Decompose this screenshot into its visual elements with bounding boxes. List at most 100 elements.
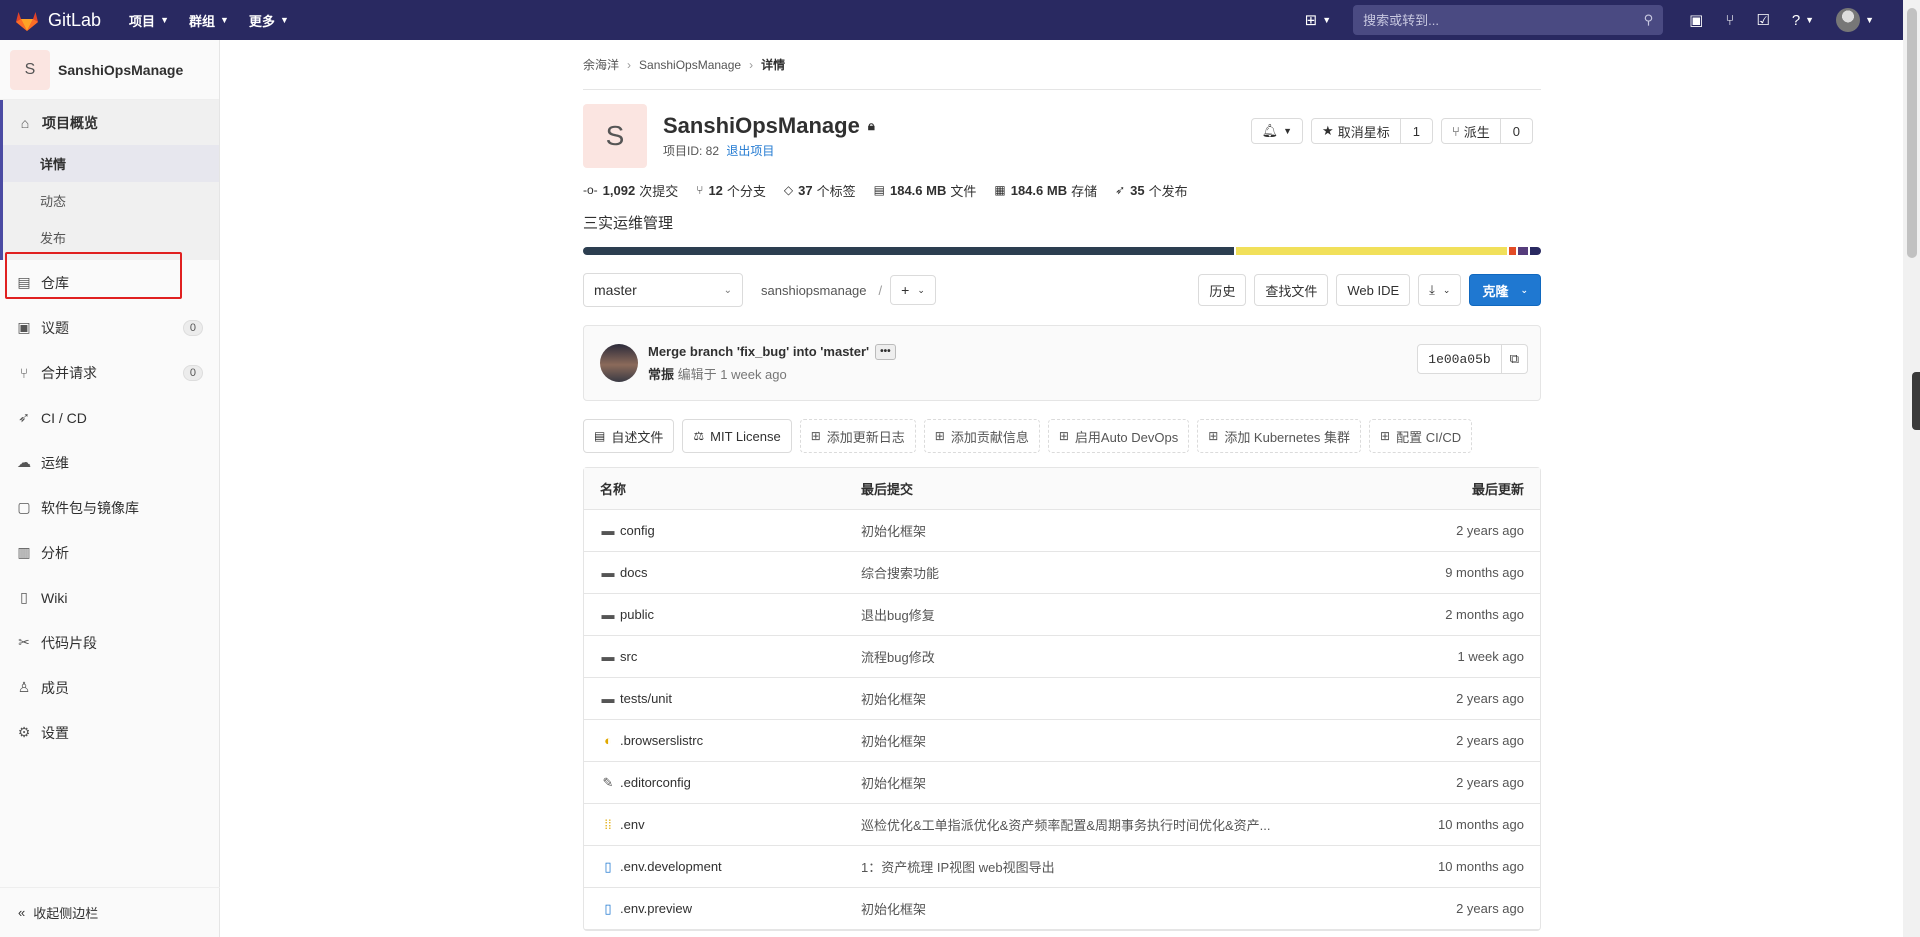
last-commit-cell[interactable]: 巡检优化&工单指派优化&资产频率配置&周期事务执行时间优化&资产... (861, 815, 1311, 834)
last-commit-cell[interactable]: 流程bug修改 (861, 647, 1311, 666)
file-name[interactable]: src (620, 649, 637, 664)
language-segment[interactable] (583, 247, 1234, 255)
sidebar-subitem-activity[interactable]: 动态 (3, 182, 219, 219)
file-name-cell[interactable]: ▬ src (600, 649, 861, 664)
stat-commits[interactable]: -o- 1,092 次提交 (583, 181, 678, 200)
commit-sha[interactable]: 1e00a05b (1417, 344, 1502, 374)
last-commit-cell[interactable]: 综合搜索功能 (861, 563, 1311, 582)
avatar[interactable] (600, 344, 638, 382)
repo-path-root[interactable]: sanshiopsmanage (761, 283, 867, 298)
language-segment[interactable] (1529, 247, 1541, 255)
sidebar-item-cicd[interactable]: ➶ CI / CD (0, 395, 219, 440)
menu-projects[interactable]: 项目 ▼ (129, 11, 169, 30)
gitlab-logo[interactable]: GitLab (14, 8, 101, 32)
file-name-cell[interactable]: ◐ .browserslistrc (600, 733, 861, 748)
file-name[interactable]: public (620, 607, 654, 622)
sidebar-item-analytics[interactable]: ▥ 分析 (0, 530, 219, 575)
file-name-cell[interactable]: ▬ docs (600, 565, 861, 580)
expand-commit-button[interactable]: ••• (875, 343, 896, 360)
sidebar-item-settings[interactable]: ⚙ 设置 (0, 710, 219, 755)
file-name-cell[interactable]: ▯ .env.development (600, 859, 861, 875)
file-name[interactable]: config (620, 523, 655, 538)
file-name-cell[interactable]: ✎ .editorconfig (600, 775, 861, 791)
todos-shortcut-button[interactable]: ☑ (1756, 11, 1769, 29)
file-name-cell[interactable]: ▯ .env.preview (600, 901, 861, 917)
find-file-button[interactable]: 查找文件 (1254, 274, 1329, 306)
last-commit-cell[interactable]: 退出bug修复 (861, 605, 1311, 624)
enable-auto-devops-button[interactable]: ⊞ 启用Auto DevOps (1047, 419, 1190, 453)
page-scrollbar[interactable] (1903, 0, 1920, 937)
add-changelog-button[interactable]: ⊞ 添加更新日志 (799, 419, 916, 453)
last-commit-cell[interactable]: 初始化框架 (861, 521, 1311, 540)
sidebar-subitem-releases[interactable]: 发布 (3, 219, 219, 256)
clone-button[interactable]: 克隆 ⌄ (1469, 274, 1541, 306)
copy-sha-button[interactable]: ⧉ (1501, 344, 1528, 374)
table-row[interactable]: ▯ .env.preview 初始化框架 2 years ago (584, 888, 1540, 930)
file-name-cell[interactable]: ▬ public (600, 607, 861, 622)
commit-author[interactable]: 常振 (648, 367, 674, 382)
last-commit-cell[interactable]: 初始化框架 (861, 689, 1311, 708)
sidebar-item-members[interactable]: ♙ 成员 (0, 665, 219, 710)
last-commit-cell[interactable]: 1：资产梳理 IP视图 web视图导出 (861, 857, 1311, 876)
add-contributing-button[interactable]: ⊞ 添加贡献信息 (923, 419, 1040, 453)
sidebar-item-packages[interactable]: ▢ 软件包与镜像库 (0, 485, 219, 530)
file-name[interactable]: tests/unit (620, 691, 672, 706)
language-segment[interactable] (1508, 247, 1517, 255)
breadcrumb-user[interactable]: 余海洋 (583, 56, 619, 73)
table-row[interactable]: ▬ tests/unit 初始化框架 2 years ago (584, 678, 1540, 720)
collapse-sidebar-button[interactable]: « 收起侧边栏 (0, 887, 220, 937)
star-count[interactable]: 1 (1400, 118, 1433, 144)
download-button[interactable]: ⤓ ⌄ (1418, 274, 1462, 306)
language-segment[interactable] (1518, 247, 1528, 255)
file-name[interactable]: .browserslistrc (620, 733, 703, 748)
add-kubernetes-button[interactable]: ⊞ 添加 Kubernetes 集群 (1197, 419, 1362, 453)
file-name-cell[interactable]: ▬ config (600, 523, 861, 538)
language-segment[interactable] (1235, 247, 1507, 255)
stat-branches[interactable]: ⑂ 12 个分支 (696, 181, 766, 200)
file-name-cell[interactable]: ⁞⁞ .env (600, 817, 861, 832)
stat-tags[interactable]: ◇ 37 个标签 (784, 181, 856, 200)
language-bar[interactable] (583, 247, 1541, 255)
menu-more[interactable]: 更多 ▼ (249, 11, 289, 30)
last-commit-cell[interactable]: 初始化框架 (861, 731, 1311, 750)
table-row[interactable]: ✎ .editorconfig 初始化框架 2 years ago (584, 762, 1540, 804)
web-ide-button[interactable]: Web IDE (1336, 274, 1411, 306)
merge-requests-shortcut-button[interactable]: ⑂ (1725, 12, 1734, 29)
license-button[interactable]: ⚖ MIT License (682, 419, 792, 453)
file-name[interactable]: .env.development (620, 859, 722, 874)
issues-shortcut-button[interactable]: ▣ (1689, 11, 1703, 29)
notification-button[interactable]: 🔔︎ ▼ (1250, 118, 1304, 144)
scrollbar-thumb[interactable] (1907, 8, 1917, 258)
file-name[interactable]: .env.preview (620, 901, 692, 916)
file-name[interactable]: .editorconfig (620, 775, 691, 790)
last-commit-cell[interactable]: 初始化框架 (861, 899, 1311, 918)
user-menu-button[interactable]: ▼ (1836, 8, 1874, 32)
stat-releases[interactable]: ➶ 35 个发布 (1115, 181, 1188, 200)
readme-button[interactable]: ▤ 自述文件 (583, 419, 675, 453)
table-row[interactable]: ▬ docs 综合搜索功能 9 months ago (584, 552, 1540, 594)
unstar-button[interactable]: ★ 取消星标 (1311, 118, 1401, 144)
file-name[interactable]: .env (620, 817, 645, 832)
breadcrumb-project[interactable]: SanshiOpsManage (639, 58, 741, 72)
table-row[interactable]: ▬ public 退出bug修复 2 months ago (584, 594, 1540, 636)
breadcrumb-current[interactable]: 详情 (761, 56, 785, 73)
file-name-cell[interactable]: ▬ tests/unit (600, 691, 861, 706)
search-box[interactable]: ⚲ (1353, 5, 1664, 35)
sidebar-item-issues[interactable]: ▣ 议题 0 (0, 305, 219, 350)
table-row[interactable]: ▬ config 初始化框架 2 years ago (584, 510, 1540, 552)
sidebar-item-snippets[interactable]: ✂ 代码片段 (0, 620, 219, 665)
menu-groups[interactable]: 群组 ▼ (189, 11, 229, 30)
sidebar-item-repository[interactable]: ▤ 仓库 (0, 260, 219, 305)
search-input[interactable] (1363, 12, 1644, 28)
sidebar-item-merge-requests[interactable]: ⑂ 合并请求 0 (0, 350, 219, 395)
sidebar-item-wiki[interactable]: ▯ Wiki (0, 575, 219, 620)
side-drawer-handle[interactable] (1912, 372, 1920, 430)
sidebar-item-operations[interactable]: ☁ 运维 (0, 440, 219, 485)
new-item-button[interactable]: ⊞ ▼ (1305, 11, 1332, 29)
fork-count[interactable]: 0 (1500, 118, 1533, 144)
sidebar-project-header[interactable]: S SanshiOpsManage (0, 40, 219, 100)
leave-project-link[interactable]: 退出项目 (726, 144, 774, 158)
commit-title[interactable]: Merge branch 'fix_bug' into 'master' (648, 344, 869, 359)
table-row[interactable]: ▬ src 流程bug修改 1 week ago (584, 636, 1540, 678)
table-row[interactable]: ◐ .browserslistrc 初始化框架 2 years ago (584, 720, 1540, 762)
